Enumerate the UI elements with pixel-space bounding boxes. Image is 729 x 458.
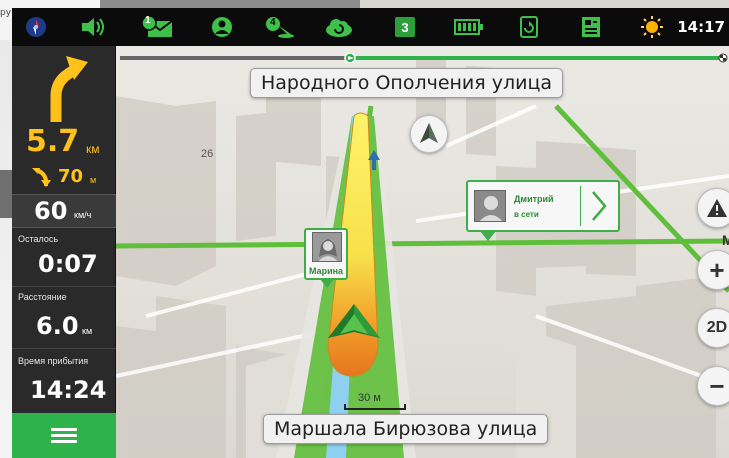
user-profile-icon[interactable] [210,16,234,38]
user-marker-marina[interactable]: Марина [304,228,348,288]
speed-unit: км/ч [74,210,92,220]
cloud-sync-icon[interactable] [324,16,354,38]
dmitry-avatar [474,190,506,222]
bubble-divider [580,186,581,226]
hamburger-menu-icon [51,425,77,446]
chevron-right-icon[interactable] [590,190,608,227]
north-arrow-icon [420,123,438,143]
current-street-label: Маршала Бирюзова улица [263,414,549,444]
north-orientation-button[interactable] [410,115,448,153]
desktop-left-edge-dark [0,170,12,218]
dmitry-name: Дмитрий [514,194,554,204]
traffic-events-icon[interactable]: 4 [264,16,296,38]
panel-divider [12,286,116,287]
current-speed: 60 [34,197,68,225]
marina-name: Марина [308,266,344,276]
maneuver-distance-unit: км [86,142,100,156]
marina-avatar [312,232,342,262]
traffic-level-icon[interactable]: 3 [394,16,416,38]
clock-time: 14:17 [677,18,725,36]
events-warning-button[interactable] [697,188,729,228]
sound-volume-icon[interactable] [80,16,108,38]
speed-indicator: 60 км/ч [12,194,116,228]
next-maneuver-unit: м [90,175,97,185]
arrival-time-label: Время прибытия [18,356,89,366]
maneuver-distance: 5.7 [26,124,80,159]
map-scale-label: 30 м [358,392,381,404]
refresh-sync-icon[interactable] [518,16,540,38]
turn-right-arrow-icon [42,52,92,129]
battery-icon [454,16,484,38]
day-mode-sun-icon[interactable] [640,16,664,38]
distance-unit: км [82,326,93,336]
user-marker-dmitry[interactable]: Дмитрий в сети [466,180,620,241]
map-partial-label: М [722,232,729,248]
remaining-time-value: 0:07 [38,250,98,278]
desktop-left-edge [0,40,12,458]
view-mode-2d-button[interactable]: 2D [697,308,729,348]
compass-icon[interactable] [24,16,48,38]
map-scale-bar [344,404,406,410]
distance-label: Расстояние [18,292,67,302]
marina-pointer [320,279,334,288]
panel-divider [12,348,116,349]
distance-value: 6.0 [36,312,79,340]
navigation-info-panel: 5.7 км 70 м 60 км/ч Осталось 0:07 Рассто… [12,46,116,458]
desktop-corner-text: ру [0,8,12,18]
next-turn-arrow-icon [32,168,54,193]
zoom-out-button[interactable]: − [697,366,729,406]
route-progress-bar [120,50,729,64]
messages-badge: 1 [145,15,151,26]
navigator-app: ру 1 4 3 14:17 Народного Ополчения улица… [0,0,729,458]
dmitry-pointer [480,231,496,241]
status-bar: 1 4 3 14:17 [12,8,729,46]
news-icon[interactable] [580,16,602,38]
traffic-events-badge: 4 [270,17,276,28]
next-maneuver-distance: 70 [58,166,84,187]
route-progress-track [120,52,728,64]
map-view[interactable] [116,46,729,458]
remaining-time-label: Осталось [18,234,59,244]
zoom-in-button[interactable]: + [697,250,729,290]
building-number-label: 26 [201,148,214,160]
main-menu-button[interactable] [12,413,116,458]
map-3d-scene [116,46,729,458]
traffic-level-value: 3 [401,19,409,35]
next-street-label: Народного Ополчения улица [250,68,564,98]
messages-icon[interactable]: 1 [140,15,174,38]
warning-icon [707,199,727,217]
dmitry-status: в сети [514,210,539,219]
arrival-time-value: 14:24 [30,376,107,404]
